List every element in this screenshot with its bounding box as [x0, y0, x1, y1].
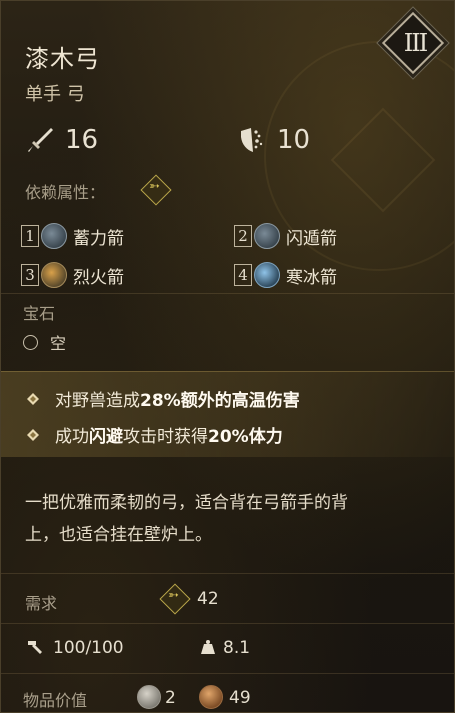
arrow-icon: ➳	[168, 588, 179, 603]
divider	[1, 623, 454, 624]
description-line: 上，也适合挂在壁炉上。	[25, 525, 212, 545]
skill-3: 3 烈火箭	[21, 262, 124, 288]
sword-icon	[28, 128, 53, 152]
skill-number: 2	[234, 225, 252, 247]
perk-text-bold: 闪避	[89, 427, 123, 447]
skill-2: 2 闪遁箭	[234, 223, 337, 249]
skill-number: 4	[234, 264, 252, 286]
requirement-label: 需求	[25, 594, 58, 613]
damage-value: 16	[65, 125, 99, 155]
weight-icon	[201, 640, 215, 654]
skill-1: 1 蓄力箭	[21, 223, 124, 249]
perk-text-bold-2: 20%体力	[208, 427, 283, 447]
attribute-label: 依赖属性：	[25, 183, 106, 202]
silver-coin-icon	[137, 685, 161, 709]
silver-value: 2	[165, 688, 176, 708]
shield-break-icon	[241, 128, 263, 152]
skill-4: 4 寒冰箭	[234, 262, 337, 288]
divider	[1, 573, 454, 574]
requirement-value: 42	[197, 589, 219, 609]
durability-value: 100/100	[53, 638, 124, 658]
description-line: 一把优雅而柔韧的弓，适合背在弓箭手的背	[25, 493, 348, 513]
perk-icon	[27, 392, 39, 405]
perk-text-post: 攻击时获得	[123, 427, 208, 447]
arrow-icon: ➳	[149, 179, 160, 194]
gem-slot: 空	[23, 330, 66, 354]
stagger-value: 10	[277, 125, 311, 155]
item-tooltip: 漆木弓 单手 弓 III 16 10 依赖属性： ➳ 1 蓄力箭 2 闪遁箭 3…	[0, 0, 455, 713]
hammer-icon	[28, 641, 42, 654]
ice-arrow-icon	[254, 262, 280, 288]
charged-arrow-icon	[41, 223, 67, 249]
item-type: 单手 弓	[25, 84, 85, 105]
skill-label: 寒冰箭	[286, 267, 337, 288]
perk-list: 对野兽造成 28%额外的高温伤害 成功 闪避 攻击时获得 20%体力	[1, 371, 454, 457]
perk-text-pre: 对野兽造成	[55, 391, 140, 411]
empty-socket-icon	[23, 334, 38, 350]
gem-slot-value: 空	[50, 334, 67, 353]
divider	[1, 673, 454, 674]
perk-icon	[27, 428, 39, 441]
perk-item: 成功 闪避 攻击时获得 20%体力	[25, 422, 283, 447]
fire-arrow-icon	[41, 262, 67, 288]
divider	[1, 293, 454, 294]
evade-arrow-icon	[254, 223, 280, 249]
perk-text-bold: 28%额外的高温伤害	[140, 391, 300, 411]
skill-label: 蓄力箭	[73, 228, 124, 249]
damage-stat: 16	[25, 125, 98, 155]
skill-number: 3	[21, 264, 39, 286]
skill-label: 烈火箭	[73, 267, 124, 288]
copper-value: 49	[229, 688, 251, 708]
skill-number: 1	[21, 225, 39, 247]
copper-coin-icon	[199, 685, 223, 709]
item-name: 漆木弓	[25, 45, 100, 73]
skill-label: 闪遁箭	[286, 228, 337, 249]
weight-value: 8.1	[223, 638, 251, 658]
perk-item: 对野兽造成 28%额外的高温伤害	[25, 386, 300, 411]
item-value-label: 物品价值	[23, 691, 88, 710]
stagger-stat: 10	[237, 125, 310, 155]
gem-label: 宝石	[23, 304, 56, 323]
tier-label: III	[403, 29, 428, 57]
item-description: 一把优雅而柔韧的弓，适合背在弓箭手的背 上，也适合挂在壁炉上。	[25, 487, 435, 551]
perk-text-pre: 成功	[55, 427, 89, 447]
